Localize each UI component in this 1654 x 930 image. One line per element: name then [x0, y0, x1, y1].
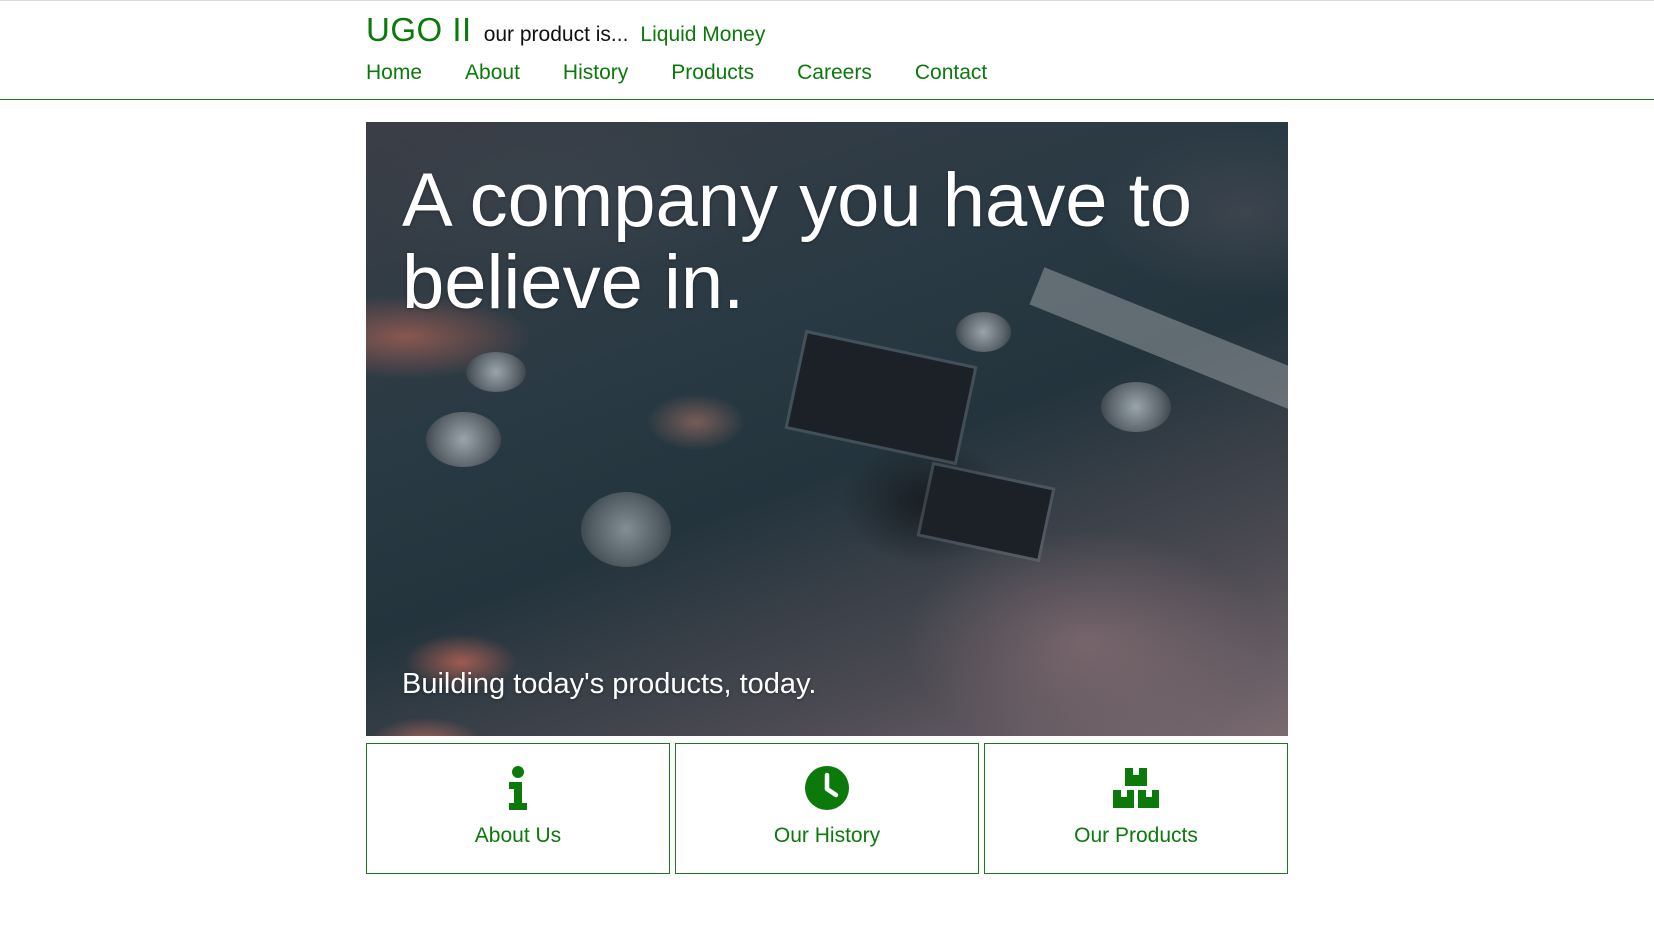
site-header: UGO II our product is... Liquid Money Ho…	[0, 1, 1654, 100]
hero-banner: A company you have to believe in. Buildi…	[366, 122, 1288, 736]
hero-image-detail	[581, 492, 671, 567]
hero-image-detail	[1101, 382, 1171, 432]
hero-title: A company you have to believe in.	[402, 158, 1193, 325]
hero-image-detail	[426, 412, 501, 467]
hero-image-detail	[787, 333, 975, 462]
hero-image-detail	[920, 465, 1052, 559]
our-history-label: Our History	[773, 824, 881, 847]
hero-image-detail	[466, 352, 526, 392]
tagline: our product is...	[483, 23, 629, 46]
hero-subtitle: Building today's products, today.	[402, 668, 817, 700]
info-icon	[508, 766, 528, 810]
our-history-card[interactable]: Our History	[675, 743, 979, 874]
brand-name[interactable]: UGO II	[366, 11, 472, 49]
feature-cards: About Us Our History Our Products	[366, 743, 1288, 874]
our-products-label: Our Products	[1074, 824, 1198, 847]
boxes-icon	[1113, 766, 1159, 810]
nav-home[interactable]: Home	[366, 61, 422, 85]
our-products-card[interactable]: Our Products	[984, 743, 1288, 874]
main-nav: Home About History Products Careers Cont…	[366, 61, 1030, 85]
product-name: Liquid Money	[640, 23, 766, 46]
about-us-label: About Us	[474, 824, 562, 847]
clock-icon	[805, 766, 849, 810]
nav-contact[interactable]: Contact	[915, 61, 987, 85]
nav-about[interactable]: About	[465, 61, 520, 85]
nav-products[interactable]: Products	[671, 61, 754, 85]
brand-row: UGO II our product is... Liquid Money	[366, 11, 765, 49]
nav-careers[interactable]: Careers	[797, 61, 872, 85]
nav-history[interactable]: History	[563, 61, 628, 85]
about-us-card[interactable]: About Us	[366, 743, 670, 874]
